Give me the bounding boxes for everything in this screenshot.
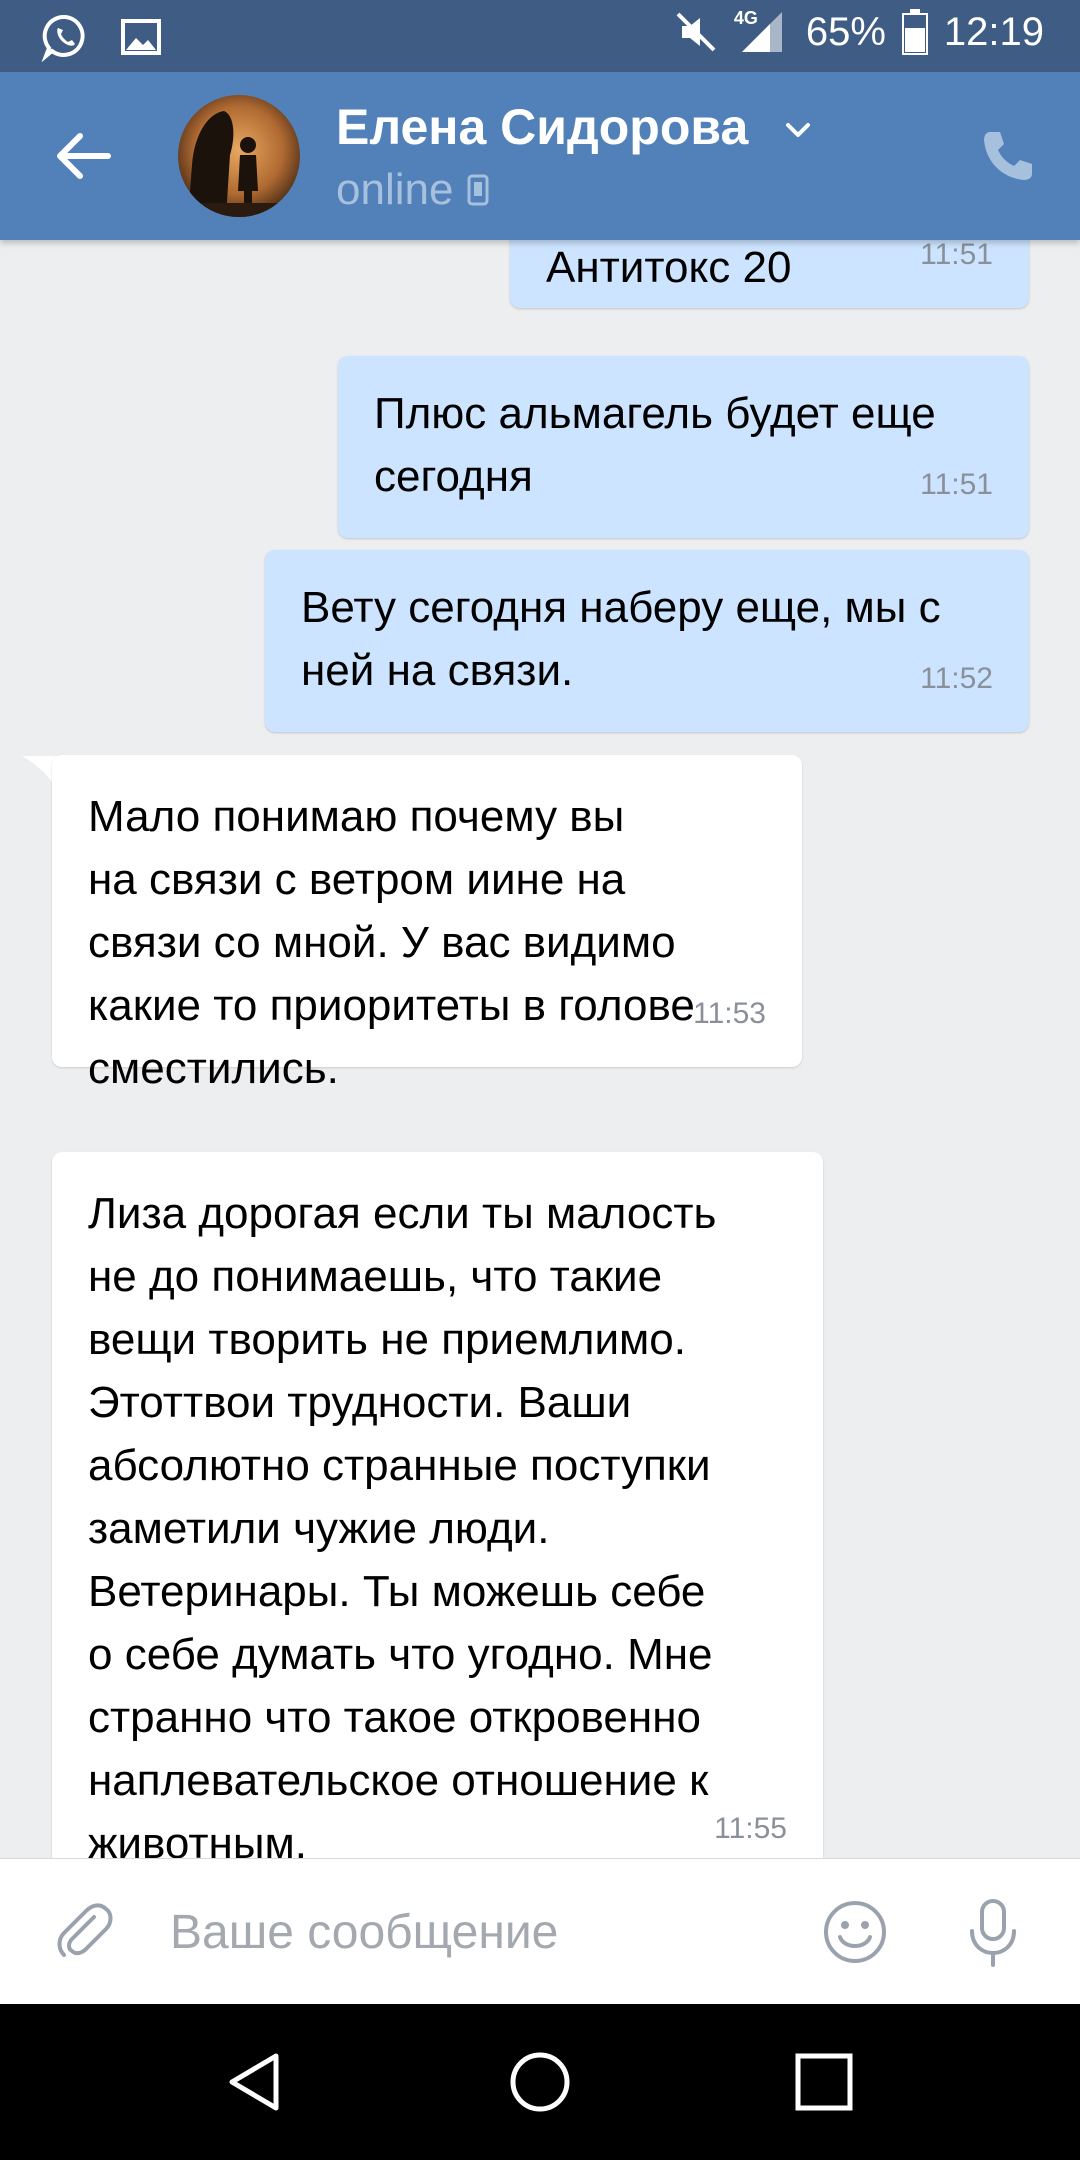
- outgoing-message[interactable]: Вету сегодня наберу еще, мы с ней на свя…: [265, 550, 1029, 732]
- phone-icon[interactable]: [976, 124, 1040, 188]
- message-time: 11:51: [920, 468, 993, 501]
- incoming-message[interactable]: Лиза дорогая если ты малость не до поним…: [52, 1152, 823, 1858]
- message-text: Вету сегодня наберу еще, мы с ней на свя…: [301, 583, 941, 695]
- muted-icon: [676, 12, 716, 52]
- message-time: 11:53: [693, 997, 766, 1030]
- message-input[interactable]: [170, 1899, 770, 1965]
- mobile-icon: [467, 174, 489, 206]
- back-arrow-icon[interactable]: [48, 120, 120, 192]
- message-time: 11:52: [920, 662, 993, 695]
- outgoing-message[interactable]: Плюс альмагель будет еще сегодня 11:51: [338, 356, 1029, 538]
- nav-home-icon[interactable]: [506, 2048, 574, 2116]
- nav-recents-icon[interactable]: [790, 2048, 858, 2116]
- image-icon: [121, 19, 161, 55]
- message-text: Плюс альмагель будет еще сегодня: [374, 389, 936, 501]
- message-time: 11:51: [920, 240, 993, 271]
- message-text: Мало понимаю почему вы на связи с ветром…: [88, 792, 695, 1093]
- chevron-down-icon[interactable]: [780, 112, 816, 148]
- outgoing-message[interactable]: Антитокс 20 11:51: [510, 240, 1029, 308]
- whatsapp-icon: [41, 14, 85, 62]
- paperclip-icon[interactable]: [52, 1899, 118, 1965]
- emoji-icon[interactable]: [822, 1899, 888, 1965]
- clock: 12:19: [943, 9, 1044, 54]
- contact-name[interactable]: Елена Сидорова: [336, 98, 748, 156]
- message-text: Лиза дорогая если ты малость не до поним…: [88, 1189, 717, 1858]
- signal-icon: 4G: [734, 8, 790, 56]
- navigation-bar: [0, 2004, 1080, 2160]
- battery-percent: 65%: [805, 9, 886, 54]
- presence-status: online: [336, 165, 489, 215]
- microphone-icon[interactable]: [962, 1897, 1024, 1969]
- battery-icon: [901, 9, 928, 55]
- presence-label: online: [336, 165, 454, 214]
- message-composer: [0, 1858, 1080, 2004]
- avatar[interactable]: [178, 95, 300, 217]
- status-bar: 4G 65% 12:19: [0, 0, 1080, 72]
- message-list[interactable]: Антитокс 20 11:51 Плюс альмагель будет е…: [0, 240, 1080, 1858]
- message-time: 11:55: [714, 1812, 787, 1845]
- incoming-message[interactable]: Мало понимаю почему вы на связи с ветром…: [52, 755, 802, 1093]
- chat-header: Елена Сидорова online: [0, 72, 1080, 240]
- nav-back-icon[interactable]: [222, 2048, 290, 2116]
